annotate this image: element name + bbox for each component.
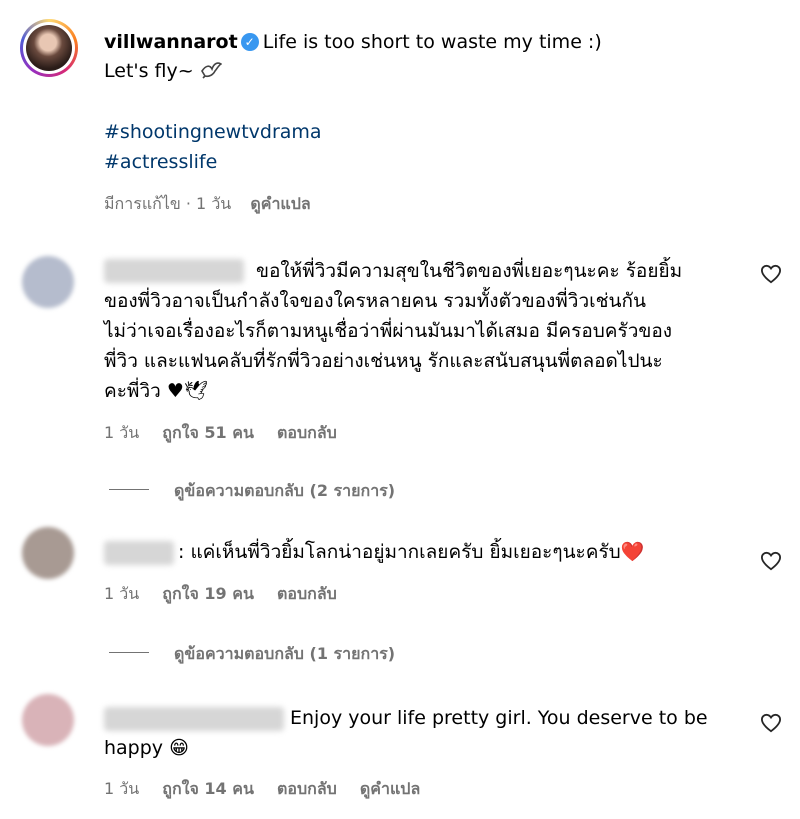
edited-time: มีการแก้ไข · 1 วัน <box>104 194 232 213</box>
caption-first-line: villwannarot ✓ Life is too short to waste … <box>104 31 602 53</box>
likes-count-button[interactable]: ถูกใจ 51 คน <box>162 423 254 442</box>
comment-time: 1 วัน <box>104 584 140 603</box>
comment-text-line: พี่วิว และแฟนคลับที่รักพี่วิวอย่างเช่นหน… <box>104 350 663 372</box>
commenter-username-blurred[interactable] <box>104 541 174 565</box>
comment-meta: 1 วัน ถูกใจ 19 คน ตอบกลับ <box>104 582 337 607</box>
commenter-username-blurred[interactable] <box>104 259 244 283</box>
comment-time: 1 วัน <box>104 779 140 798</box>
likes-count-button[interactable]: ถูกใจ 14 คน <box>162 779 254 798</box>
see-translation-button[interactable]: ดูคำแปล <box>250 194 310 213</box>
comment-text-line: ไม่ว่าเจอเรื่องอะไรก็ตามหนูเชื่อว่าพี่ผ่… <box>104 320 673 342</box>
caption-text-2: Let's fly~ <box>104 60 194 82</box>
like-heart-icon[interactable] <box>760 713 782 733</box>
comment-text-line: : แค่เห็นพี่วิวยิ้มโลกน่าอยู่มากเลยครับ … <box>178 541 645 563</box>
verified-badge-icon: ✓ <box>240 33 259 51</box>
like-heart-icon[interactable] <box>760 551 782 571</box>
comment-text-line: happy 😁 <box>104 737 189 759</box>
view-replies-button[interactable]: ดูข้อความตอบกลับ (1 รายการ) <box>174 642 395 667</box>
dove-icon <box>200 62 223 79</box>
see-translation-button[interactable]: ดูคำแปล <box>360 779 420 798</box>
avatar-image <box>26 25 72 71</box>
comment-text-line: ขอให้พี่วิวมีความสุขในชีวิตของพี่เยอะๆนะ… <box>256 260 683 282</box>
likes-count-button[interactable]: ถูกใจ 19 คน <box>162 584 254 603</box>
hashtag-link[interactable]: #actresslife <box>104 151 217 173</box>
comment-meta: 1 วัน ถูกใจ 14 คน ตอบกลับ ดูคำแปล <box>104 777 420 802</box>
caption-text: Life is too short to waste my time :) <box>262 31 602 53</box>
comment-text-line: Enjoy your life pretty girl. You deserve… <box>290 707 708 729</box>
reply-button[interactable]: ตอบกลับ <box>277 779 337 798</box>
commenter-username-blurred[interactable] <box>104 707 284 731</box>
commenter-avatar[interactable] <box>22 527 74 579</box>
view-replies-button[interactable]: ดูข้อความตอบกลับ (2 รายการ) <box>174 479 395 504</box>
commenter-avatar[interactable] <box>22 256 74 308</box>
commenter-avatar[interactable] <box>22 694 74 746</box>
reply-button[interactable]: ตอบกลับ <box>277 423 337 442</box>
caption-second-line: Let's fly~ <box>104 60 223 82</box>
avatar[interactable] <box>20 19 78 77</box>
comment-meta: 1 วัน ถูกใจ 51 คน ตอบกลับ <box>104 421 337 446</box>
like-heart-icon[interactable] <box>760 264 782 284</box>
comment-text-line: ของพี่วิวอาจเป็นกำลังใจของใครหลายคน รวมท… <box>104 290 646 312</box>
replies-divider <box>109 652 149 653</box>
comment-time: 1 วัน <box>104 423 140 442</box>
comment-text-line: คะพี่วิว ♥🕊 <box>104 380 208 402</box>
avatar-ring-gap <box>23 22 75 74</box>
caption-meta: มีการแก้ไข · 1 วัน ดูคำแปล <box>104 192 311 217</box>
reply-button[interactable]: ตอบกลับ <box>277 584 337 603</box>
hashtag-link[interactable]: #shootingnewtvdrama <box>104 121 322 143</box>
username-link[interactable]: villwannarot <box>104 31 238 53</box>
replies-divider <box>109 489 149 490</box>
